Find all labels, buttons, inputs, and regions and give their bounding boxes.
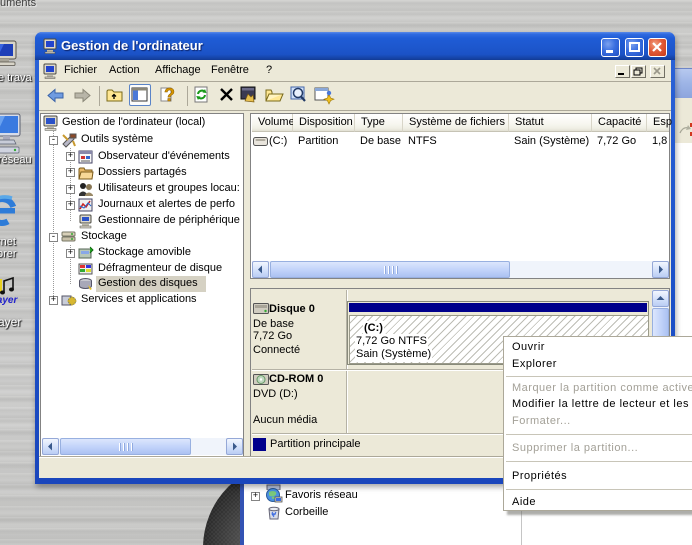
svg-text:?: ? [164,85,175,105]
